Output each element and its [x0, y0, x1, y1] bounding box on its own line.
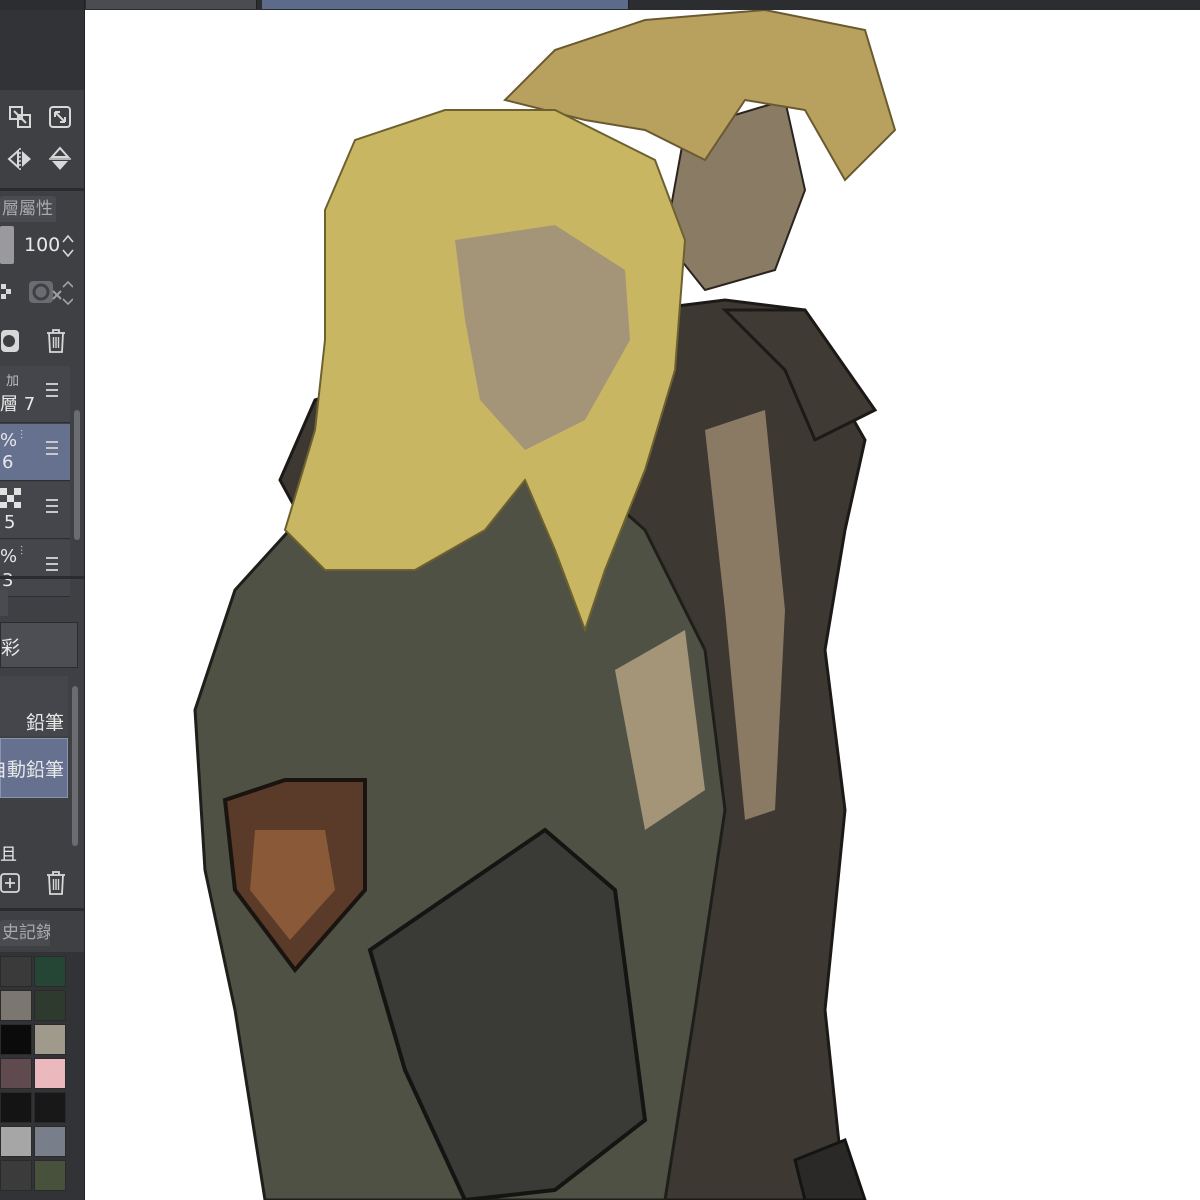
sub-tool-item-label: 自動鉛筆: [0, 759, 64, 781]
artwork-illustration: [193, 10, 897, 1200]
color-swatch[interactable]: [34, 1160, 66, 1191]
sub-tool-group-button[interactable]: 彩: [0, 622, 78, 668]
color-swatch[interactable]: [0, 1126, 32, 1157]
color-swatch[interactable]: [0, 1058, 32, 1089]
color-swatch[interactable]: [34, 956, 66, 987]
layer-opacity-label: %: [0, 546, 18, 567]
clip-mask-icon[interactable]: [26, 276, 74, 310]
history-tab[interactable]: 史記錄: [0, 920, 50, 946]
color-swatch[interactable]: [0, 1092, 32, 1123]
sub-tool-item-label: 鉛筆: [25, 712, 64, 734]
mask-circle-icon[interactable]: [0, 326, 22, 356]
layer-list-scrollbar[interactable]: [74, 410, 80, 540]
transform-icon[interactable]: [3, 100, 37, 134]
layer-row[interactable]: 5: [0, 482, 70, 539]
flip-horizontal-icon[interactable]: [3, 142, 37, 176]
panel-header-area: [0, 10, 84, 90]
document-tab-bar: [0, 0, 1200, 10]
sub-tool-group-label: 彩: [1, 637, 21, 659]
panel-separator: [0, 576, 84, 579]
layer-name: 5: [4, 512, 16, 533]
color-swatch[interactable]: [34, 1058, 66, 1089]
opacity-slider[interactable]: [0, 226, 14, 264]
sub-tool-scrollbar[interactable]: [72, 686, 78, 846]
spinner-icon[interactable]: [60, 232, 76, 260]
layer-mode-label: 加: [6, 374, 20, 389]
layer-menu-icon[interactable]: [46, 441, 58, 455]
clip-indicator-icon: ⫶: [20, 544, 24, 558]
layer-property-tab[interactable]: 層屬性: [0, 196, 56, 222]
color-swatch[interactable]: [34, 990, 66, 1021]
layer-name: 層 7: [0, 394, 36, 415]
trash-icon[interactable]: [42, 326, 70, 356]
document-tab-active[interactable]: [262, 0, 629, 9]
color-swatch[interactable]: [0, 1024, 32, 1055]
opacity-value[interactable]: 100: [24, 234, 60, 256]
sub-tool-item-selected[interactable]: 自動鉛筆: [0, 738, 68, 798]
layer-row-selected[interactable]: % ⫶ 6: [0, 424, 70, 481]
trash-icon[interactable]: [42, 868, 70, 898]
drawing-canvas[interactable]: [85, 10, 1200, 1200]
sub-tool-tab[interactable]: [0, 590, 8, 616]
color-swatch[interactable]: [34, 1024, 66, 1055]
panel-separator: [0, 188, 84, 191]
color-set-palette: [0, 952, 84, 1200]
color-swatch[interactable]: [0, 1160, 32, 1191]
layer-menu-icon[interactable]: [46, 499, 58, 513]
left-side-panel: 層屬性 100 加 層 7 % ⫶ 6 5 % ⫶ 3 彩 鉛筆 動鉛筆 且 史…: [0, 10, 85, 1200]
layer-name: 6: [2, 452, 14, 473]
color-swatch[interactable]: [34, 1092, 66, 1123]
layer-row[interactable]: % ⫶ 3: [0, 540, 70, 597]
layer-menu-icon[interactable]: [46, 383, 58, 397]
layer-menu-icon[interactable]: [46, 557, 58, 571]
layer-name: 3: [2, 570, 14, 591]
sub-tool-footer-label: 且: [0, 845, 17, 865]
color-swatch[interactable]: [0, 956, 32, 987]
color-swatch[interactable]: [34, 1126, 66, 1157]
scale-icon[interactable]: [43, 100, 77, 134]
sub-tool-item[interactable]: 鉛筆: [0, 676, 68, 736]
layer-row[interactable]: 加 層 7: [0, 366, 70, 423]
flip-vertical-icon[interactable]: [43, 142, 77, 176]
panel-separator: [0, 908, 84, 911]
sub-tool-list: 鉛筆 自動鉛筆: [0, 676, 84, 856]
clip-indicator-icon: ⫶: [20, 428, 24, 442]
layer-opacity-label: %: [0, 430, 18, 451]
document-tab[interactable]: [86, 0, 257, 9]
checker-thumbnail-icon: [0, 488, 22, 508]
transparency-lock-icon[interactable]: [0, 280, 14, 306]
layer-list: 加 層 7 % ⫶ 6 5 % ⫶ 3: [0, 366, 84, 597]
new-layer-icon[interactable]: [0, 868, 22, 898]
color-swatch[interactable]: [0, 990, 32, 1021]
